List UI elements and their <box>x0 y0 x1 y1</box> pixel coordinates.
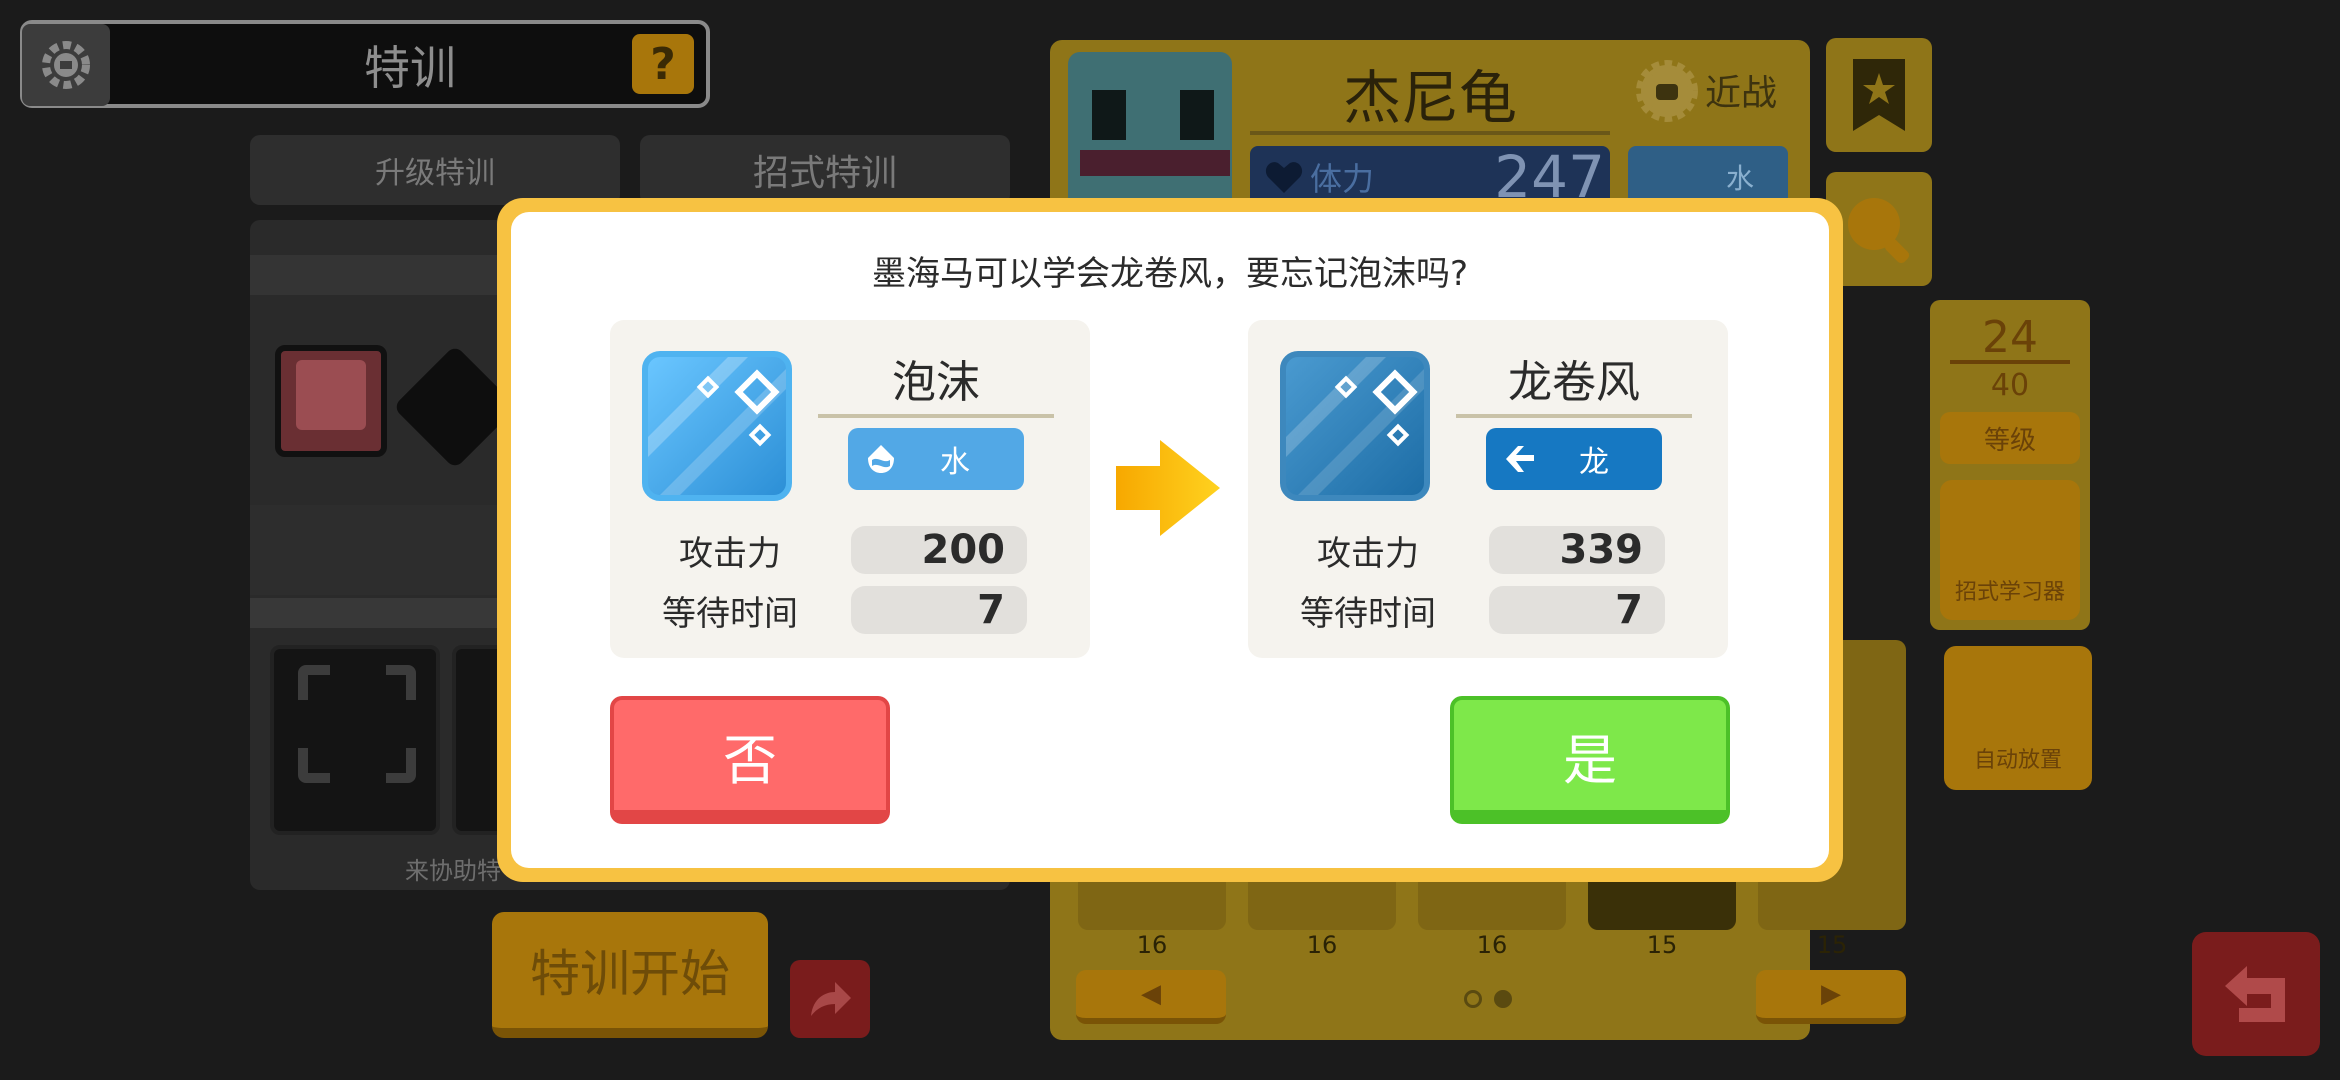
old-move-wait-value: 7 <box>851 586 1027 634</box>
old-move-attack-value: 200 <box>851 526 1027 574</box>
new-move-attack-value: 339 <box>1489 526 1665 574</box>
return-icon <box>2225 966 2285 1022</box>
arrow-right-icon <box>1116 440 1220 536</box>
pokemon-eye <box>1180 90 1214 140</box>
pokemon-sprite <box>296 360 366 430</box>
new-move-name: 龙卷风 <box>1456 342 1692 418</box>
start-training-button[interactable]: 特训开始 <box>492 912 768 1038</box>
team-member-level: 15 <box>1646 931 1678 959</box>
page-dot-active <box>1494 990 1512 1008</box>
water-move-icon <box>642 351 792 501</box>
move-learner-button[interactable]: 招式学习器 <box>1940 480 2080 620</box>
tab-move-training[interactable]: 招式特训 <box>640 135 1010 205</box>
old-move-attack-label: 攻击力 <box>679 533 781 574</box>
old-move-wait-label: 等待时间 <box>662 593 798 634</box>
share-button[interactable] <box>790 960 870 1038</box>
new-move-wait-label: 等待时间 <box>1300 593 1436 634</box>
level-max: 40 <box>1990 368 2030 403</box>
bookmark-icon <box>1853 59 1905 131</box>
no-button[interactable]: 否 <box>610 696 890 824</box>
new-move-attack-label: 攻击力 <box>1317 533 1419 574</box>
gear-icon <box>42 41 90 89</box>
old-move-type-badge: 水 <box>848 428 1024 490</box>
team-member-level: 16 <box>1306 931 1338 959</box>
bookmark-button[interactable] <box>1826 38 1932 152</box>
empty-slot-icon-gap <box>292 700 422 748</box>
melee-icon <box>1636 60 1698 122</box>
level-label: 等级 <box>1940 412 2080 464</box>
settings-button[interactable] <box>22 24 110 106</box>
team-member-level: 16 <box>1136 931 1168 959</box>
team-member-level: 16 <box>1476 931 1508 959</box>
water-type-icon <box>868 445 894 473</box>
old-move-type: 水 <box>940 445 970 480</box>
return-button[interactable] <box>2192 932 2320 1056</box>
team-member-level: 15 <box>1816 931 1848 959</box>
help-button[interactable]: ? <box>632 34 694 94</box>
share-icon <box>811 982 851 1016</box>
yes-button[interactable]: 是 <box>1450 696 1730 824</box>
level-value: 24 <box>1950 312 2070 364</box>
dragon-move-icon <box>1280 351 1430 501</box>
next-page-button[interactable]: ▶ <box>1756 970 1906 1024</box>
new-move-type-badge: 龙 <box>1486 428 1662 490</box>
new-move-wait-value: 7 <box>1489 586 1665 634</box>
pokemon-eye <box>1092 90 1126 140</box>
pokemon-style: 近战 <box>1705 73 1778 114</box>
page-dot <box>1464 990 1482 1008</box>
hp-label: 体力 <box>1310 160 1375 198</box>
auto-place-button[interactable]: 自动放置 <box>1944 646 2092 790</box>
dialog-message: 墨海马可以学会龙卷风，要忘记泡沫吗? <box>871 253 1469 294</box>
pokemon-name: 杰尼龟 <box>1250 55 1610 135</box>
help-icon: ? <box>650 38 676 90</box>
page-title: 特训 <box>364 41 456 95</box>
heart-icon <box>1265 162 1303 193</box>
new-move-type: 龙 <box>1579 445 1609 480</box>
pokemon-mouth <box>1080 150 1230 176</box>
dragon-type-icon <box>1506 446 1534 472</box>
old-move-name: 泡沫 <box>818 342 1054 418</box>
prev-page-button[interactable]: ◀ <box>1076 970 1226 1024</box>
tab-upgrade-training[interactable]: 升级特训 <box>250 135 620 205</box>
game-screen: 特训 ? 升级特训 招式特训 来协助特 特训开始 杰尼龟 近战 体力 247 水 <box>0 0 2340 1080</box>
